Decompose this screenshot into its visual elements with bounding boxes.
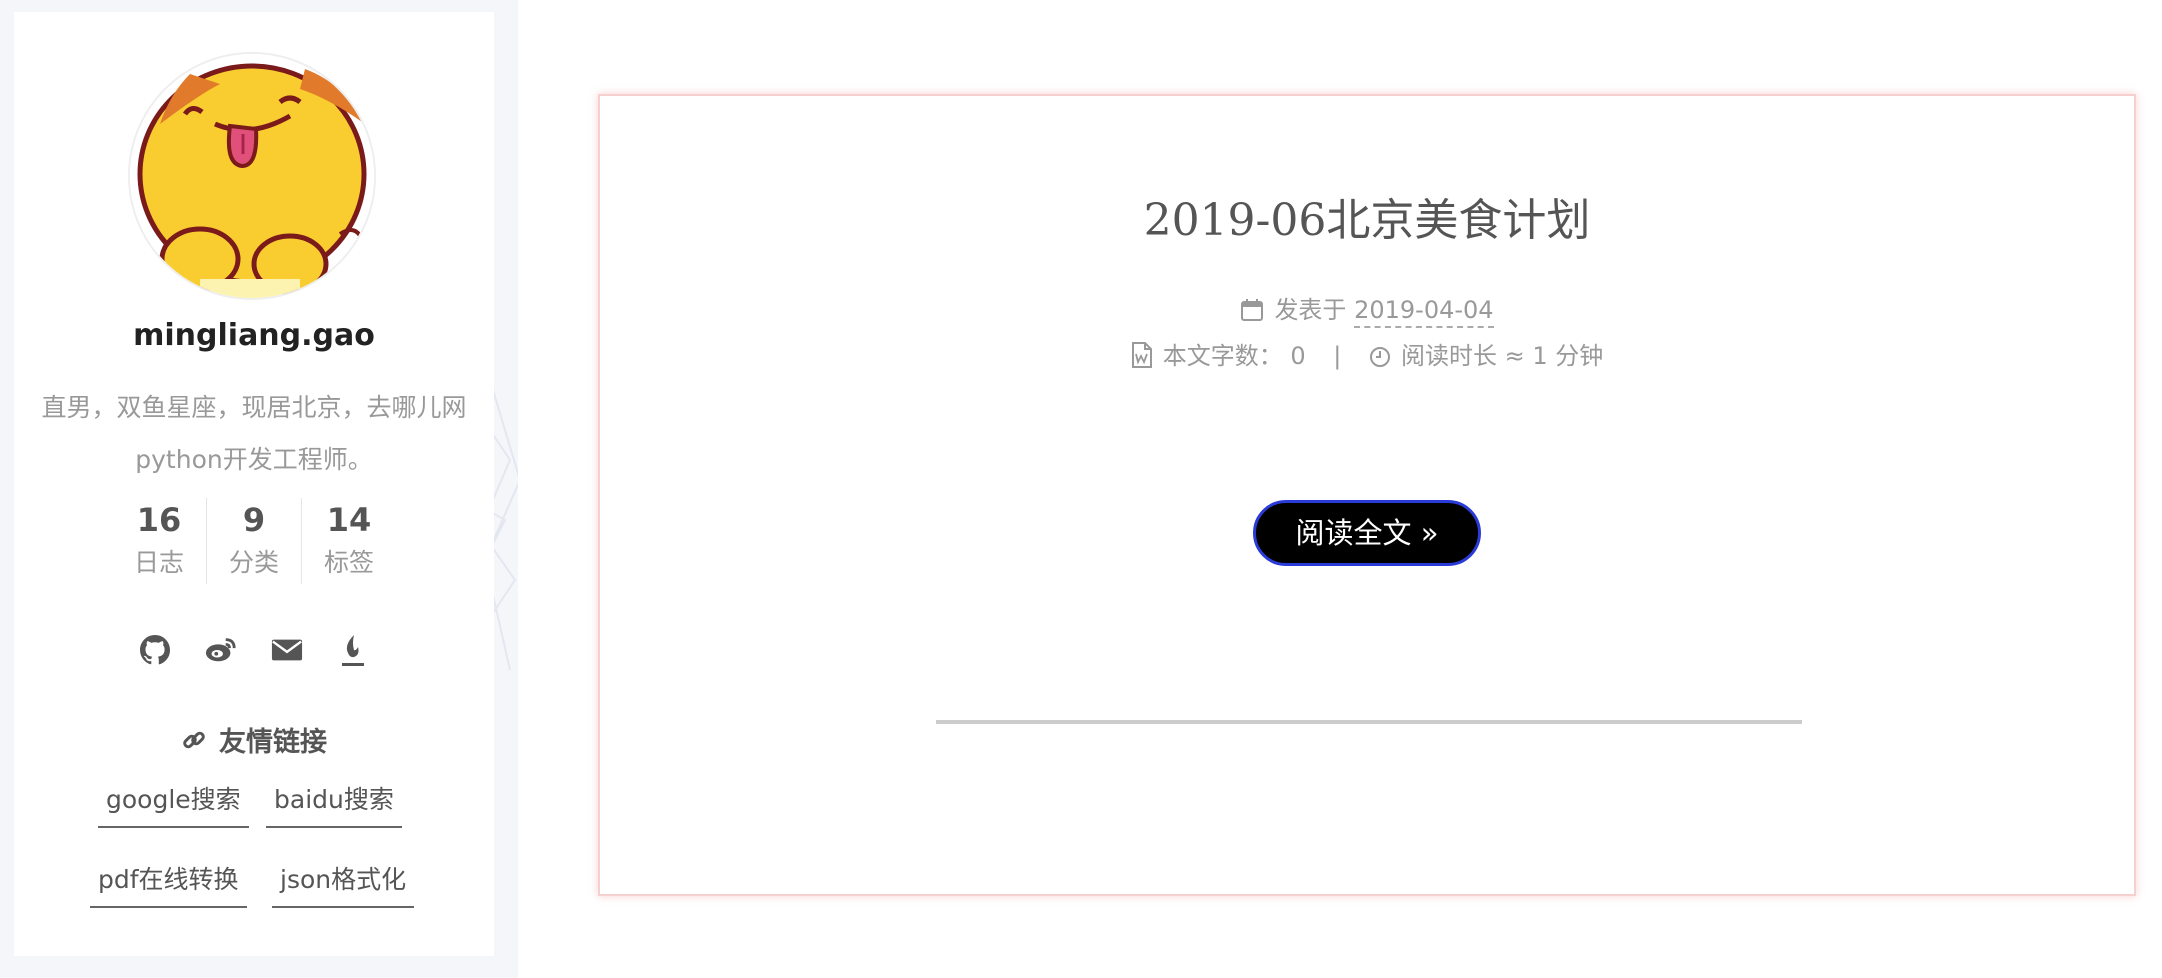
link-json-format[interactable]: json格式化 [272, 854, 415, 908]
clock-icon [1369, 346, 1391, 374]
post-meta-date: 发表于 2019-04-04 [600, 290, 2134, 328]
author-name: mingliang.gao [133, 318, 375, 353]
file-word-icon [1131, 342, 1153, 374]
read-more-button[interactable]: 阅读全文 » [1253, 500, 1481, 566]
stat-label: 标签 [323, 548, 374, 577]
github-icon[interactable] [139, 632, 171, 668]
link-icon [181, 727, 207, 760]
link-baidu[interactable]: baidu搜索 [266, 774, 402, 828]
link-pdf-convert[interactable]: pdf在线转换 [90, 854, 247, 908]
stat-label: 日志 [133, 548, 184, 577]
posted-label: 发表于 [1274, 296, 1347, 324]
meta-separator: | [1333, 342, 1342, 370]
post-title[interactable]: 2019-06北京美食计划 [600, 184, 2134, 248]
social-links [14, 632, 494, 668]
readtime-value: 1 分钟 [1532, 342, 1604, 370]
stat-label: 分类 [228, 548, 279, 577]
readtime-label: 阅读时长 ≈ [1401, 342, 1525, 370]
post-divider [936, 720, 1802, 724]
stat-count: 14 [326, 501, 372, 539]
author-avatar[interactable] [128, 52, 376, 300]
author-description: 直男，双鱼星座，现居北京，去哪儿网python开发工程师。 [41, 393, 467, 474]
stat-count: 16 [136, 501, 182, 539]
weibo-icon[interactable] [205, 632, 237, 668]
post-meta-stats: 本文字数： 0 | 阅读时长 ≈ 1 分钟 [600, 336, 2134, 374]
wordcount-label: 本文字数： [1162, 342, 1283, 370]
post-date[interactable]: 2019-04-04 [1354, 296, 1494, 328]
stat-categories[interactable]: 9 分类 [206, 498, 301, 584]
post-block: 2019-06北京美食计划 发表于 2019-04-04 本文字数： 0 | 阅… [598, 94, 2136, 896]
stat-count: 9 [242, 501, 266, 539]
stat-posts[interactable]: 16 日志 [112, 498, 206, 584]
friend-links-title: 友情链接 [14, 720, 494, 760]
friend-links-label: 友情链接 [219, 727, 327, 758]
link-google[interactable]: google搜索 [98, 774, 249, 828]
sidebar: mingliang.gao 直男，双鱼星座，现居北京，去哪儿网python开发工… [14, 12, 494, 956]
email-icon[interactable] [271, 632, 303, 668]
csdn-icon[interactable] [337, 632, 369, 668]
stat-tags[interactable]: 14 标签 [301, 498, 396, 584]
avatar-image [130, 54, 374, 298]
site-stats: 16 日志 9 分类 14 标签 [14, 498, 494, 584]
calendar-icon [1240, 298, 1264, 328]
wordcount-value: 0 [1290, 342, 1306, 370]
